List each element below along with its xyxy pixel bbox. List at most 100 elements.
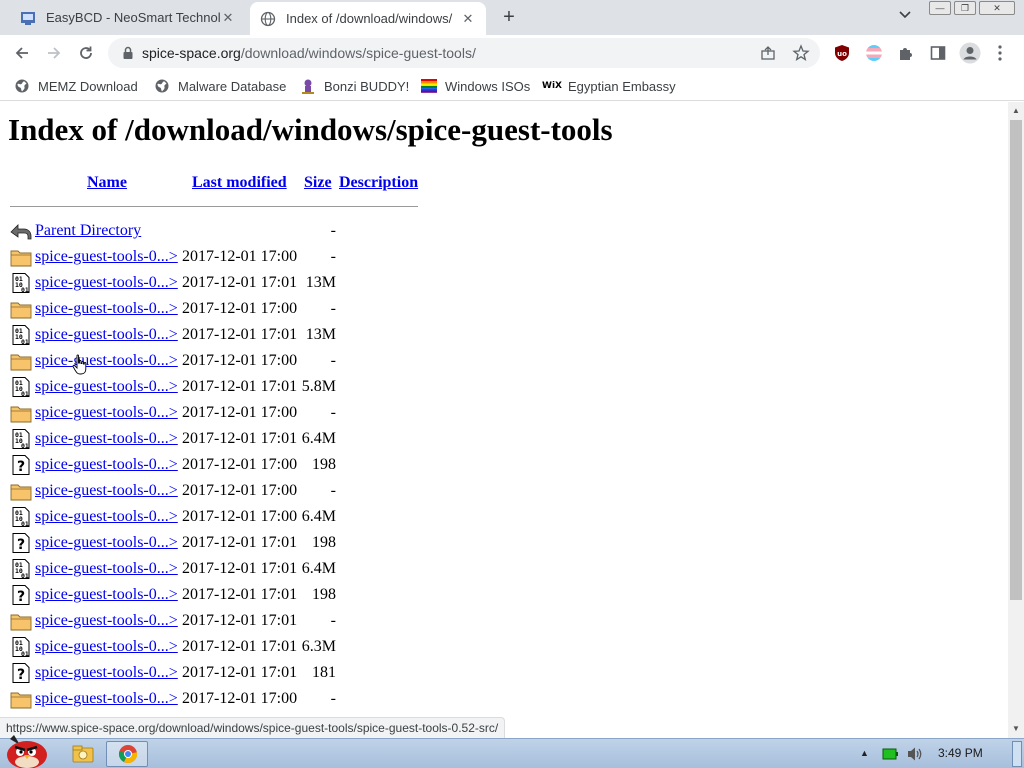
last-modified-cell: 2017-12-01 17:01 (182, 326, 298, 343)
folder-icon (10, 299, 32, 319)
share-icon[interactable] (760, 45, 776, 66)
tab-close-icon[interactable]: ✕ (460, 11, 476, 27)
size-cell: 198 (312, 586, 336, 603)
windows-taskbar: ▲ 3:49 PM (0, 735, 1024, 768)
table-row: 01 10 01 spice-guest-tools-0...> 2017-12-01 … (0, 504, 420, 530)
volume-speaker-icon[interactable] (906, 746, 924, 767)
bookmark-label: MEMZ Download (38, 78, 138, 94)
size-cell: 13M (305, 274, 336, 291)
tab-title: Index of /download/windows/ (286, 11, 453, 26)
restore-button[interactable]: ❐ (954, 1, 976, 15)
file-name-link[interactable]: spice-guest-tools-0...> (35, 326, 178, 344)
bookmark-malware-database[interactable]: Malware Database (154, 76, 286, 96)
lock-icon[interactable] (120, 45, 136, 61)
ublock-origin-icon[interactable]: uo (833, 44, 851, 62)
binary-file-icon: 01 10 01 (10, 637, 32, 658)
last-modified-cell: 2017-12-01 17:01 (182, 586, 298, 603)
table-row: 01 10 01 spice-guest-tools-0...> 2017-12-01 … (0, 270, 420, 296)
angry-bird-start-icon[interactable] (2, 731, 52, 768)
bookmark-egyptian-embassy[interactable]: WiX Egyptian Embassy (542, 76, 676, 96)
parent-directory-link[interactable]: Parent Directory (35, 222, 141, 240)
table-row: spice-guest-tools-0...> 2017-12-01 17:00 - (0, 296, 420, 322)
address-bar[interactable]: spice-space.org/download/windows/spice-g… (108, 38, 820, 68)
column-header-size[interactable]: Size (304, 174, 332, 192)
folder-icon (10, 247, 32, 267)
file-name-link[interactable]: spice-guest-tools-0...> (35, 378, 178, 396)
table-row: spice-guest-tools-0...> 2017-12-01 17:00 - (0, 348, 420, 374)
bookmark-memz-download[interactable]: MEMZ Download (14, 76, 138, 96)
browser-toolbar: spice-space.org/download/windows/spice-g… (0, 35, 1024, 71)
svg-text:01: 01 (21, 286, 29, 293)
size-cell: 13M (305, 326, 336, 343)
file-name-link[interactable]: spice-guest-tools-0...> (35, 404, 178, 422)
svg-text:?: ? (17, 589, 25, 605)
tab-close-icon[interactable]: ✕ (220, 10, 236, 26)
last-modified-cell: 2017-12-01 17:00 (182, 404, 298, 421)
scroll-up-arrow-icon[interactable]: ▲ (1008, 104, 1024, 118)
scroll-down-arrow-icon[interactable]: ▼ (1008, 722, 1024, 736)
pride-profile-icon[interactable] (865, 44, 883, 62)
minimize-button[interactable]: — (929, 1, 951, 15)
file-name-link[interactable]: spice-guest-tools-0...> (35, 300, 178, 318)
vertical-scrollbar[interactable]: ▲ ▼ (1008, 102, 1024, 738)
profile-avatar-icon[interactable] (959, 42, 981, 64)
bookmark-label: Bonzi BUDDY! (324, 78, 410, 94)
show-desktop-button[interactable] (1012, 741, 1022, 767)
bonzi-icon (300, 78, 316, 94)
tab-index-of[interactable]: Index of /download/windows/ ✕ (250, 2, 486, 35)
svg-text:uo: uo (837, 50, 847, 58)
unknown-file-icon: ? (10, 663, 32, 683)
side-panel-icon[interactable] (929, 44, 947, 62)
size-cell: 5.8M (301, 378, 336, 395)
file-name-link[interactable]: spice-guest-tools-0...> (35, 352, 178, 370)
show-hidden-icons-arrow-icon[interactable]: ▲ (860, 748, 869, 758)
url-host: spice-space.org (142, 45, 241, 61)
file-name-link[interactable]: spice-guest-tools-0...> (35, 664, 178, 682)
reload-button[interactable] (74, 41, 98, 65)
file-name-link[interactable]: spice-guest-tools-0...> (35, 482, 178, 500)
column-header-name[interactable]: Name (87, 174, 127, 192)
size-cell: 198 (312, 534, 336, 551)
bookmark-star-icon[interactable] (792, 44, 810, 67)
explorer-folder-icon[interactable] (70, 741, 96, 767)
tab-search-chevron-icon[interactable] (896, 7, 914, 27)
extensions-puzzle-icon[interactable] (897, 44, 915, 62)
file-name-link[interactable]: spice-guest-tools-0...> (35, 274, 178, 292)
back-button[interactable] (10, 41, 34, 65)
last-modified-cell: 2017-12-01 17:00 (182, 690, 298, 707)
globe-icon (14, 78, 30, 94)
file-name-link[interactable]: spice-guest-tools-0...> (35, 560, 178, 578)
column-header-last-modified[interactable]: Last modified (192, 174, 287, 192)
bookmark-windows-isos[interactable]: Windows ISOs (421, 76, 530, 96)
size-cell: - (330, 248, 336, 265)
file-name-link[interactable]: spice-guest-tools-0...> (35, 508, 178, 526)
file-name-link[interactable]: spice-guest-tools-0...> (35, 638, 178, 656)
svg-text:01: 01 (21, 390, 29, 397)
last-modified-cell: 2017-12-01 17:01 (182, 378, 298, 395)
taskbar-chrome-button[interactable] (106, 741, 148, 767)
scrollbar-thumb[interactable] (1010, 120, 1022, 600)
file-name-link[interactable]: spice-guest-tools-0...> (35, 248, 178, 266)
battery-icon[interactable] (882, 747, 898, 766)
forward-button[interactable] (42, 41, 66, 65)
column-header-description[interactable]: Description (339, 174, 418, 192)
chrome-icon (118, 744, 138, 768)
bookmark-bonzi-buddy[interactable]: Bonzi BUDDY! (300, 76, 409, 96)
menu-kebab-icon[interactable] (994, 44, 1006, 62)
size-cell: 6.4M (301, 560, 336, 577)
svg-text:?: ? (17, 667, 25, 683)
size-cell: 181 (312, 664, 336, 681)
file-name-link[interactable]: spice-guest-tools-0...> (35, 690, 178, 708)
table-row: ? spice-guest-tools-0...> 2017-12-01 17:01… (0, 582, 420, 608)
close-window-button[interactable]: ✕ (979, 1, 1015, 15)
file-name-link[interactable]: spice-guest-tools-0...> (35, 612, 178, 630)
file-name-link[interactable]: spice-guest-tools-0...> (35, 534, 178, 552)
new-tab-button[interactable]: + (498, 6, 520, 28)
file-name-link[interactable]: spice-guest-tools-0...> (35, 586, 178, 604)
file-name-link[interactable]: spice-guest-tools-0...> (35, 456, 178, 474)
taskbar-clock[interactable]: 3:49 PM (938, 746, 983, 760)
file-name-link[interactable]: spice-guest-tools-0...> (35, 430, 178, 448)
tab-easybcd[interactable]: EasyBCD - NeoSmart Technolo ✕ (10, 0, 246, 35)
link-status-bubble: https://www.spice-space.org/download/win… (0, 717, 506, 738)
bookmarks-bar: MEMZ Download Malware Database Bonzi BUD… (0, 71, 1024, 101)
